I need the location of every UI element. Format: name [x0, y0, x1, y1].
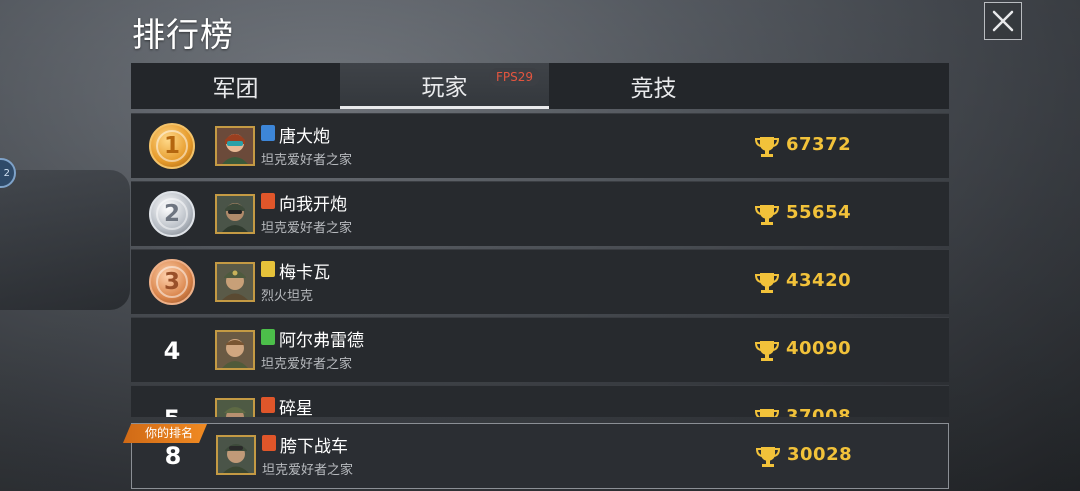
tab-bar: 军团 玩家 竞技 — [131, 63, 949, 109]
rank-number: 5 — [149, 386, 195, 418]
leaderboard-row[interactable]: 4 阿尔弗雷德 坦克爱好者之家 40090 — [131, 317, 949, 382]
trophy-icon — [755, 273, 779, 293]
leaderboard-row[interactable]: 2 向我开炮 坦克爱好者之家 55654 — [131, 181, 949, 246]
avatar[interactable] — [215, 398, 255, 417]
guild-name: 烈火坦克 — [261, 289, 314, 304]
tab-legion[interactable]: 军团 — [131, 63, 340, 109]
rank-number: 3 — [163, 269, 180, 295]
my-rank-row[interactable]: 8 胯下战车 坦克爱好者之家 30028 — [131, 423, 949, 489]
player-name: 梅卡瓦 — [279, 263, 330, 283]
avatar[interactable] — [215, 126, 255, 166]
nation-flag-icon — [261, 397, 275, 413]
player-name: 阿尔弗雷德 — [279, 331, 364, 351]
player-name: 唐大炮 — [279, 127, 330, 147]
side-badge-count: 2 — [3, 167, 10, 179]
trophy-score: 67372 — [786, 134, 852, 155]
my-rank-tag: 你的排名 — [123, 424, 207, 443]
nation-flag-icon — [262, 435, 276, 451]
page-title: 排行榜 — [132, 15, 234, 54]
leaderboard-row[interactable]: 5 碎星 37008 — [131, 385, 949, 417]
trophy-icon — [755, 341, 779, 361]
background-tank — [0, 170, 130, 310]
trophy-icon — [755, 137, 779, 157]
close-icon — [992, 10, 1014, 32]
rank-number: 2 — [163, 201, 180, 227]
player-name: 碎星 — [279, 399, 313, 417]
tab-arena[interactable]: 竞技 — [549, 63, 758, 109]
player-name: 向我开炮 — [279, 195, 347, 215]
trophy-score: 43420 — [786, 270, 852, 291]
trophy-score: 40090 — [786, 338, 852, 359]
trophy-icon — [755, 205, 779, 225]
fps-badge: FPS29 — [489, 68, 541, 86]
trophy-icon — [756, 447, 780, 467]
gold-medal-icon: 1 — [149, 123, 195, 169]
nation-flag-icon — [261, 193, 275, 209]
avatar[interactable] — [215, 262, 255, 302]
bronze-medal-icon: 3 — [149, 259, 195, 305]
leaderboard-row[interactable]: 3 梅卡瓦 烈火坦克 43420 — [131, 249, 949, 314]
trophy-score: 30028 — [787, 444, 853, 465]
trophy-icon — [755, 409, 779, 417]
guild-name: 坦克爱好者之家 — [261, 153, 353, 168]
rank-number: 1 — [163, 133, 180, 159]
leaderboard-list[interactable]: 1 唐大炮 坦克爱好者之家 67372 2 向我开炮 坦克爱好者之家 55654… — [131, 113, 949, 417]
close-button[interactable] — [984, 2, 1022, 40]
avatar[interactable] — [216, 435, 256, 475]
avatar[interactable] — [215, 330, 255, 370]
nation-flag-icon — [261, 125, 275, 141]
guild-name: 坦克爱好者之家 — [261, 357, 353, 372]
rank-number: 4 — [163, 336, 181, 365]
leaderboard-row[interactable]: 1 唐大炮 坦克爱好者之家 67372 — [131, 113, 949, 178]
guild-name: 坦克爱好者之家 — [261, 221, 353, 236]
nation-flag-icon — [261, 329, 275, 345]
guild-name: 坦克爱好者之家 — [262, 463, 354, 478]
nation-flag-icon — [261, 261, 275, 277]
silver-medal-icon: 2 — [149, 191, 195, 237]
trophy-score: 55654 — [786, 202, 852, 223]
avatar[interactable] — [215, 194, 255, 234]
trophy-score: 37008 — [786, 406, 852, 417]
player-name: 胯下战车 — [280, 437, 348, 457]
